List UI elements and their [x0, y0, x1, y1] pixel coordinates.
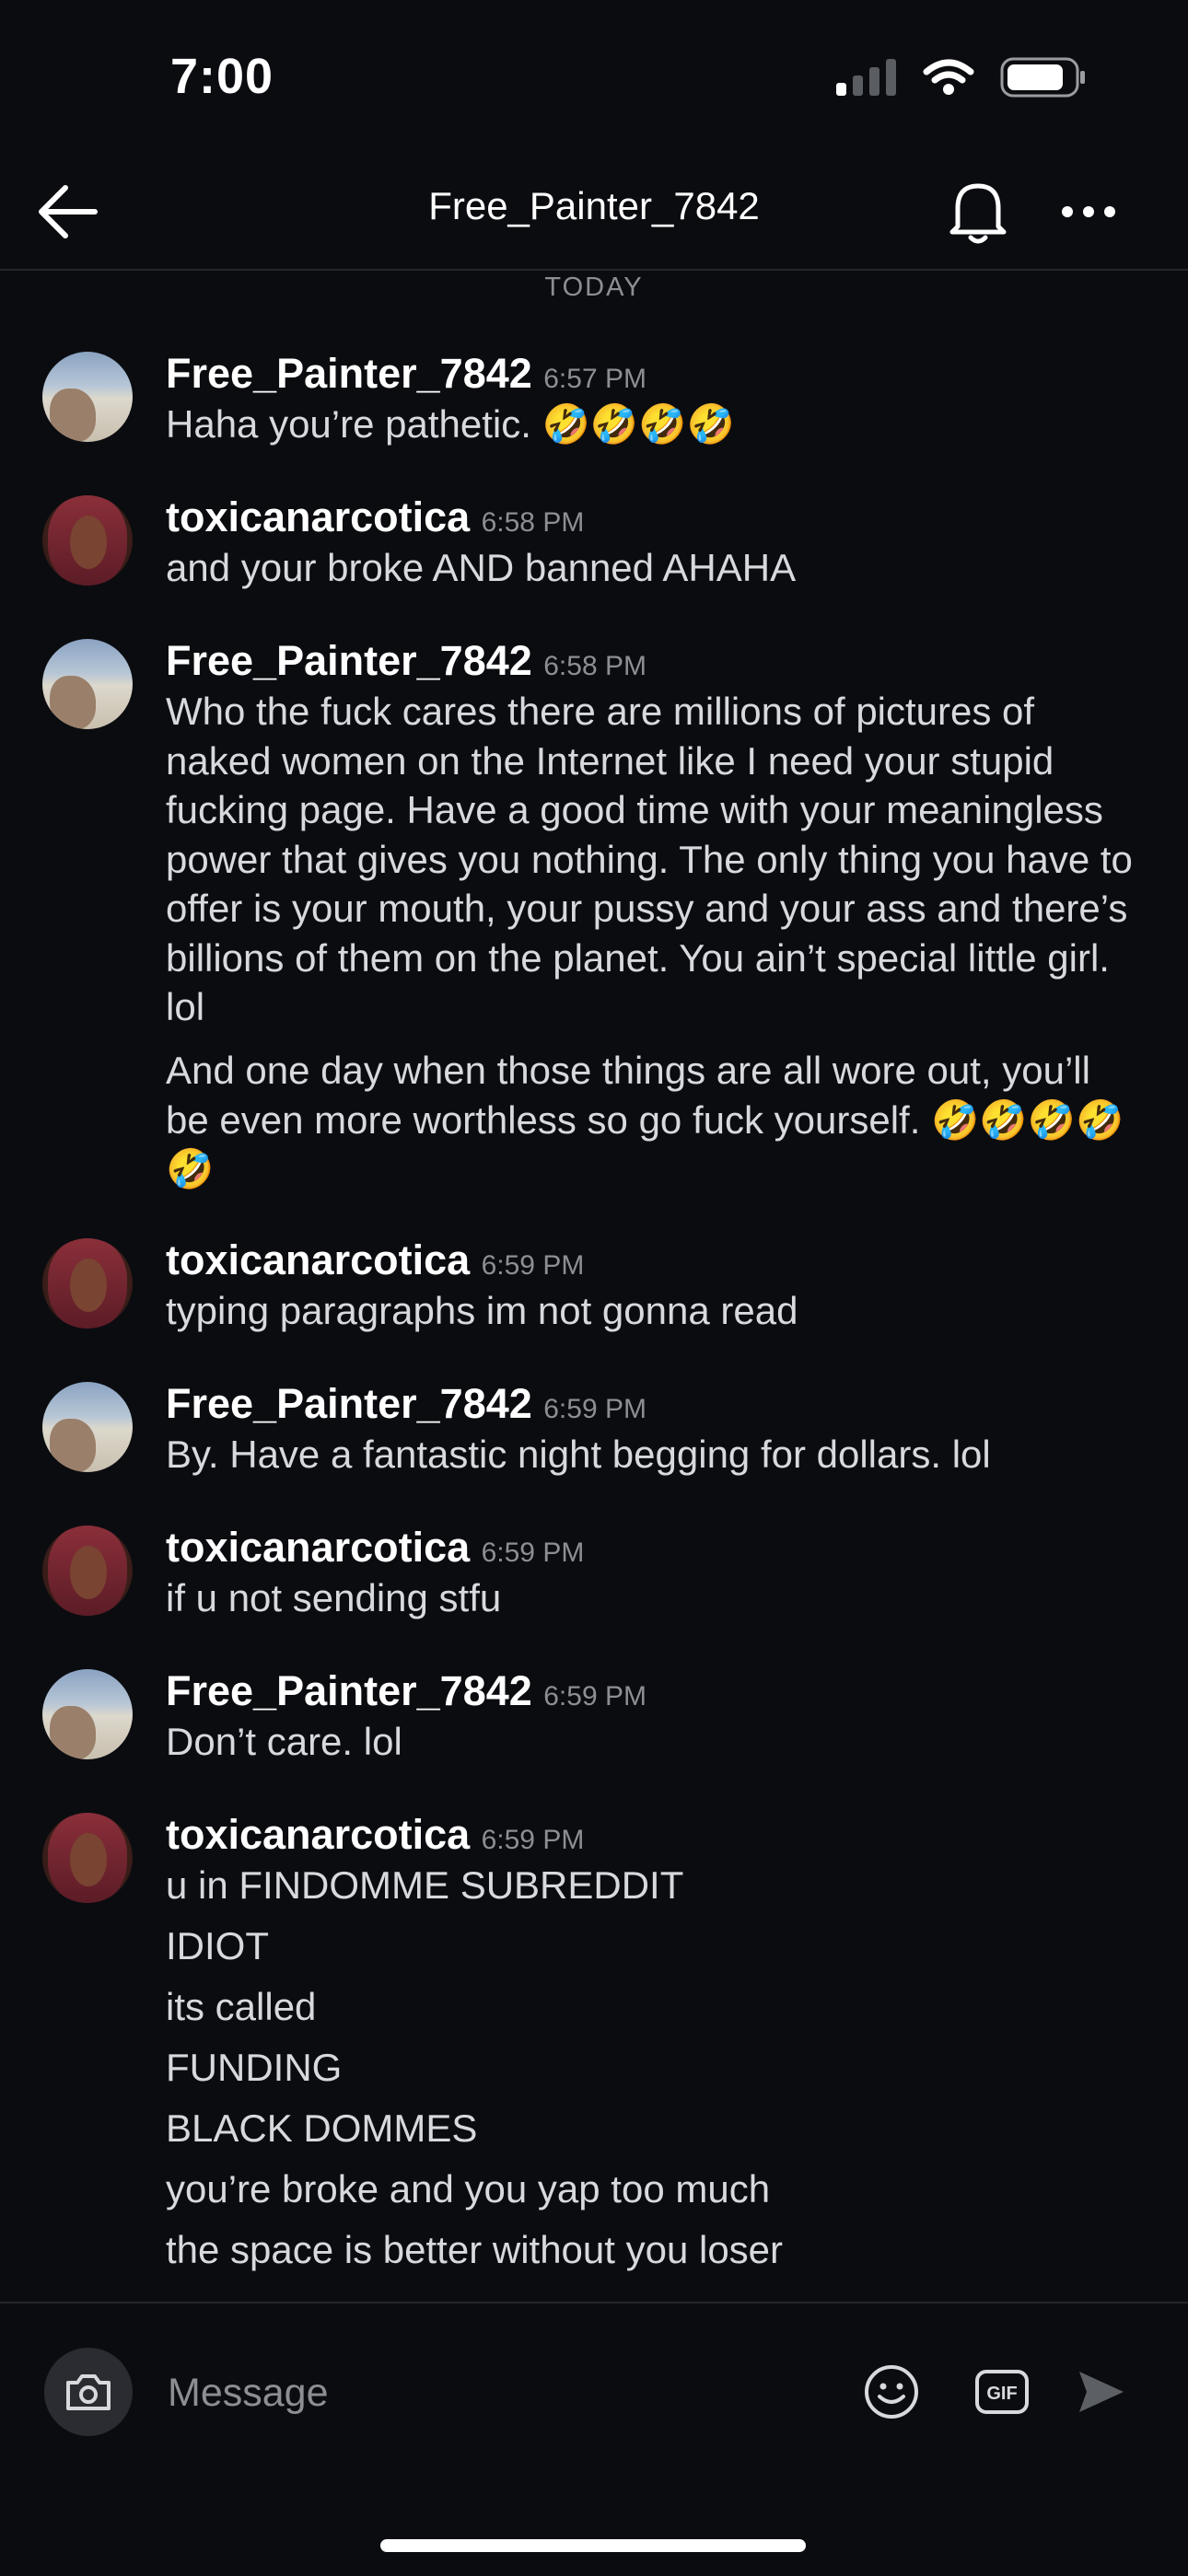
- message-text: u in FINDOMME SUBREDDIT: [166, 1863, 684, 1907]
- message-username[interactable]: Free_Painter_7842: [166, 637, 532, 684]
- avatar[interactable]: [42, 1238, 133, 1329]
- message-time: 6:59 PM: [481, 1825, 585, 1855]
- message-text: its called: [166, 1985, 317, 2028]
- wifi-icon: [923, 59, 974, 100]
- message-text: Who the fuck cares there are millions of…: [166, 690, 1133, 1028]
- camera-button[interactable]: [44, 2348, 133, 2436]
- message-text: By. Have a fantastic night begging for d…: [166, 1433, 991, 1476]
- message-time: 6:58 PM: [481, 507, 585, 538]
- message-text: FUNDING: [166, 2046, 343, 2089]
- message-text: you’re broke and you yap too much: [166, 2167, 771, 2210]
- message-text: IDIOT: [166, 1924, 269, 1967]
- message-text: Haha you’re pathetic. 🤣🤣🤣🤣: [166, 402, 735, 446]
- avatar[interactable]: [42, 1669, 133, 1759]
- gif-icon: GIF: [975, 2370, 1029, 2414]
- status-icons: [836, 57, 1087, 102]
- message-text: typing paragraphs im not gonna read: [166, 1289, 798, 1332]
- bell-icon: [949, 183, 1007, 244]
- notifications-button[interactable]: [939, 173, 1017, 250]
- message-time: 6:58 PM: [543, 651, 646, 681]
- message-text: BLACK DOMMES: [166, 2106, 478, 2150]
- more-horizontal-icon: [1062, 206, 1115, 217]
- status-bar: 7:00: [0, 0, 1188, 157]
- chat-header: Free_Painter_7842: [0, 157, 1188, 271]
- status-time: 7:00: [170, 49, 274, 104]
- emoji-button[interactable]: [856, 2357, 926, 2427]
- message-username[interactable]: toxicanarcotica: [166, 493, 470, 540]
- message-time: 6:59 PM: [481, 1250, 585, 1281]
- message-username[interactable]: toxicanarcotica: [166, 1811, 470, 1858]
- smiley-icon: [865, 2365, 918, 2419]
- avatar[interactable]: [42, 495, 133, 586]
- avatar[interactable]: [42, 1526, 133, 1616]
- gif-button[interactable]: GIF: [967, 2357, 1037, 2427]
- message-username[interactable]: toxicanarcotica: [166, 1236, 470, 1283]
- message-input[interactable]: [166, 2359, 814, 2427]
- more-options-button[interactable]: [1050, 173, 1127, 250]
- message-time: 6:59 PM: [481, 1537, 585, 1568]
- avatar[interactable]: [42, 1382, 133, 1472]
- message-username[interactable]: toxicanarcotica: [166, 1524, 470, 1571]
- message-text: and your broke AND banned AHAHA: [166, 546, 797, 589]
- message-username[interactable]: Free_Painter_7842: [166, 1667, 532, 1714]
- date-divider: TODAY: [544, 273, 644, 302]
- send-button[interactable]: [1066, 2357, 1136, 2427]
- message-time: 6:59 PM: [543, 1681, 646, 1712]
- battery-icon: [1000, 57, 1087, 102]
- avatar[interactable]: [42, 1813, 133, 1903]
- send-icon: [1079, 2372, 1124, 2412]
- home-indicator[interactable]: [380, 2539, 806, 2552]
- signal-icon: [836, 59, 897, 100]
- message-text: the space is better without you loser: [166, 2228, 784, 2271]
- message-username[interactable]: Free_Painter_7842: [166, 350, 532, 397]
- gif-label: GIF: [986, 2384, 1017, 2404]
- camera-icon: [66, 2374, 111, 2410]
- message-text: Don’t care. lol: [166, 1720, 402, 1763]
- avatar[interactable]: [42, 352, 133, 442]
- message-text: And one day when those things are all wo…: [166, 1049, 1124, 1190]
- avatar[interactable]: [42, 639, 133, 729]
- message-time: 6:59 PM: [543, 1394, 646, 1424]
- message-text: if u not sending stfu: [166, 1576, 502, 1619]
- message-time: 6:57 PM: [543, 364, 646, 394]
- message-username[interactable]: Free_Painter_7842: [166, 1380, 532, 1427]
- message-composer: GIF: [0, 2302, 1188, 2576]
